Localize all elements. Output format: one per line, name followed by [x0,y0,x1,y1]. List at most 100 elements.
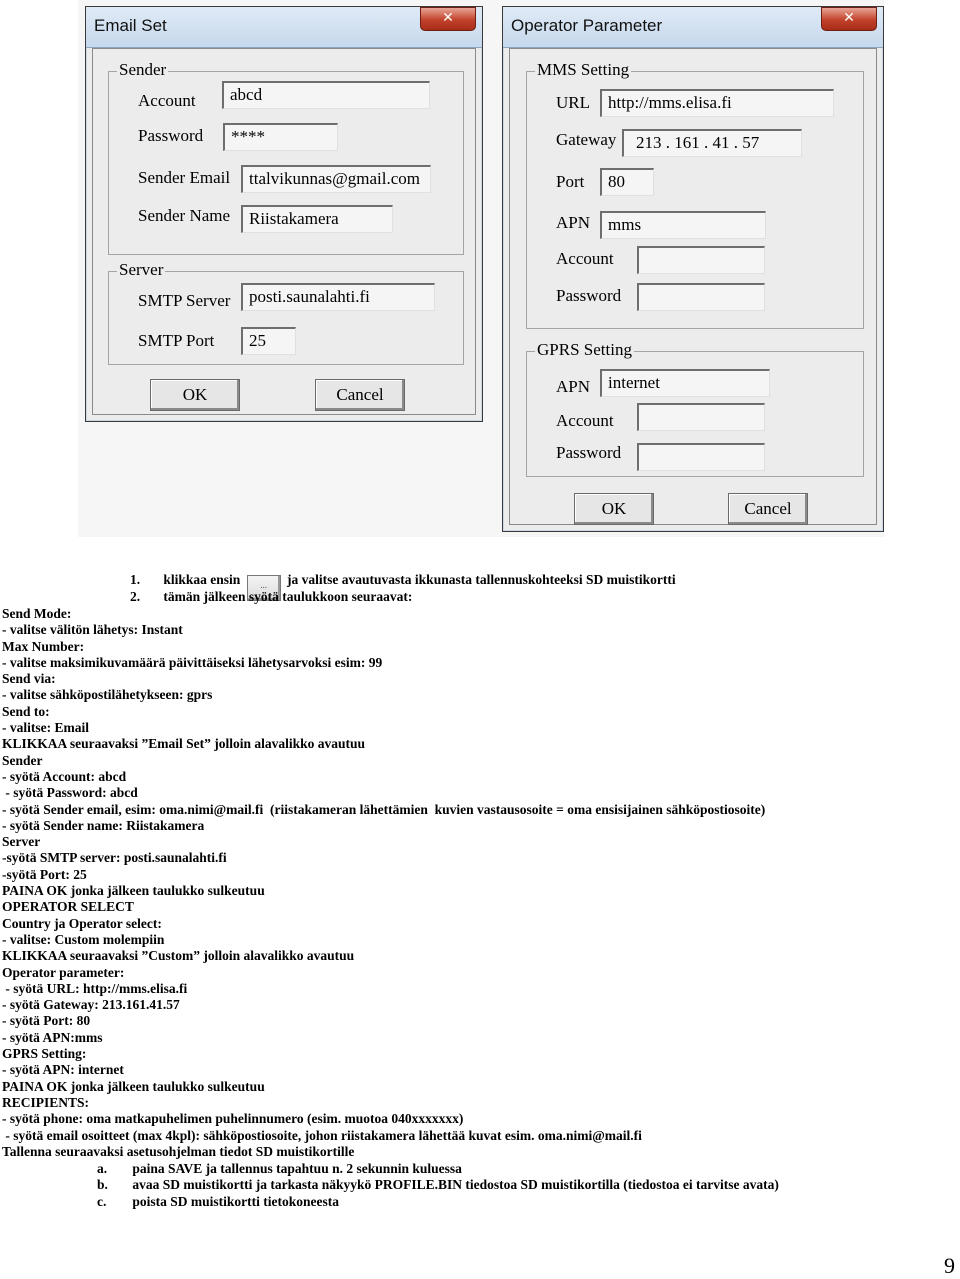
operator-parameter-dialog: Operator Parameter ✕ MMS Setting URL htt… [502,6,884,532]
text-line: - syötä URL: http://mms.elisa.fi [2,980,188,996]
instruction-text: Send Mode: - valitse välitön lähetys: In… [2,606,765,1160]
text-line: Server [2,834,41,850]
apn-input[interactable]: mms [600,211,766,239]
email-set-titlebar: Email Set ✕ [86,7,482,48]
text-line: - syötä Sender email, esim: oma.nimi@mai… [2,801,766,817]
text-line: PAINA OK jonka jälkeen taulukko sulkeutu… [2,883,265,899]
account-input[interactable]: abcd [222,81,430,109]
text-line: - syötä Sender name: Riistakamera [2,817,205,833]
text-line: Send to: [2,703,50,719]
text-line: Send Mode: [2,606,72,621]
apn-label: APN [556,213,591,232]
text-line: - syötä APN: internet [2,1062,124,1078]
sub-step-text: paina SAVE ja tallennus tapahtuu n. 2 se… [132,1161,462,1176]
text-line: RECIPIENTS: [2,1094,90,1110]
port-input[interactable]: 80 [600,168,654,196]
email-set-dialog: Email Set ✕ Sender Account abcd Password… [85,6,483,422]
text-line: -syötä SMTP server: posti.saunalahti.fi [2,850,227,866]
step-number: 1. [130,572,141,587]
gateway-label: Gateway [556,130,617,149]
smtp-port-label: SMTP Port [138,331,215,350]
text-line: Operator parameter: [2,964,125,980]
text-line: - syötä email osoitteet (max 4kpl): sähk… [2,1127,642,1143]
text-line: - valitse välitön lähetys: Instant [2,622,183,638]
server-group-legend: Server [117,260,166,280]
smtp-server-input[interactable]: posti.saunalahti.fi [241,283,435,311]
account-label: Account [138,91,196,110]
operator-parameter-titlebar: Operator Parameter ✕ [503,7,883,48]
text-line: - syötä phone: oma matkapuhelimen puheli… [2,1111,464,1127]
text-line: - syötä Port: 80 [2,1013,91,1029]
gprs-apn-input[interactable]: internet [600,369,770,397]
gprs-account-input[interactable] [637,403,765,431]
ok-button[interactable]: OK [150,379,240,411]
gateway-input[interactable]: 213 . 161 . 41 . 57 [622,129,802,157]
text-line: Country ja Operator select: [2,915,162,931]
cancel-button[interactable]: Cancel [315,379,405,411]
mms-account-input[interactable] [637,246,765,274]
password-input[interactable]: **** [223,123,338,151]
smtp-port-input[interactable]: 25 [241,327,296,355]
smtp-server-label: SMTP Server [138,291,231,310]
sender-email-label: Sender Email [138,168,231,187]
step-text: tämän jälkeen syötä taulukkoon seuraavat… [163,589,413,604]
gprs-apn-label: APN [556,377,591,396]
text-line: - valitse: Custom molempiin [2,931,165,947]
step-2: 2. tämän jälkeen syötä taulukkoon seuraa… [130,589,412,605]
text-line: GPRS Setting: [2,1046,87,1062]
text-line: OPERATOR SELECT [2,899,134,915]
text-line: Tallenna seuraavaksi asetusohjelman tied… [2,1143,355,1159]
text-line: - valitse maksimikuvamäärä päivittäiseks… [2,654,383,670]
text-line: PAINA OK jonka jälkeen taulukko sulkeutu… [2,1078,265,1094]
text-line: -syötä Port: 25 [2,866,87,882]
page-number: 9 [944,1253,955,1278]
sub-step-text: poista SD muistikortti tietokoneesta [132,1194,339,1209]
step-number: 2. [130,589,141,604]
step-text: ja valitse avautuvasta ikkunasta tallenn… [287,572,676,587]
gprs-setting-legend: GPRS Setting [535,340,634,360]
text-line: - syötä Gateway: 213.161.41.57 [2,997,180,1013]
step-text: klikkaa ensin [163,572,241,587]
text-line: - valitse sähköpostilähetykseen: gprs [2,687,213,703]
operator-parameter-title: Operator Parameter [511,16,663,35]
text-line: - syötä APN:mms [2,1029,103,1045]
sender-name-label: Sender Name [138,206,231,225]
mms-setting-legend: MMS Setting [535,60,632,80]
text-line: KLIKKAA seuraavaksi ”Email Set” jolloin … [2,736,366,752]
sub-step-b: b. avaa SD muistikortti ja tarkasta näky… [97,1177,779,1193]
text-line: - valitse: Email [2,720,89,736]
url-label: URL [556,93,590,112]
sub-step-text: avaa SD muistikortti ja tarkasta näkyykö… [132,1177,779,1192]
text-line: Send via: [2,671,56,687]
text-line: - syötä Account: abcd [2,768,127,784]
sender-email-input[interactable]: ttalvikunnas@gmail.com [241,165,431,193]
operator-parameter-body: MMS Setting URL http://mms.elisa.fi Gate… [509,48,877,525]
close-x-icon[interactable]: ✕ [420,7,476,31]
text-line: Max Number: [2,638,85,654]
gprs-password-label: Password [556,443,622,462]
password-label: Password [138,126,204,145]
cancel-button[interactable]: Cancel [728,493,808,525]
gprs-password-input[interactable] [637,443,765,471]
sub-step-letter: b. [97,1177,108,1192]
port-label: Port [556,172,585,191]
email-set-body: Sender Account abcd Password **** Sender… [92,48,476,415]
mms-password-input[interactable] [637,283,765,311]
text-line: - syötä Password: abcd [2,785,138,801]
url-input[interactable]: http://mms.elisa.fi [600,89,834,117]
ok-button[interactable]: OK [574,493,654,525]
sender-name-input[interactable]: Riistakamera [241,205,393,233]
text-line: Sender [2,752,43,768]
close-x-icon[interactable]: ✕ [821,7,877,31]
screenshot-area: Email Set ✕ Sender Account abcd Password… [78,0,884,537]
sub-step-letter: a. [97,1161,108,1176]
gprs-account-label: Account [556,411,614,430]
email-set-title: Email Set [94,16,167,35]
mms-password-label: Password [556,286,622,305]
mms-account-label: Account [556,249,614,268]
sub-step-letter: c. [97,1194,107,1209]
text-line: KLIKKAA seuraavaksi ”Custom” jolloin ala… [2,948,355,964]
sub-step-a: a. paina SAVE ja tallennus tapahtuu n. 2… [97,1161,462,1177]
sub-step-c: c. poista SD muistikortti tietokoneesta [97,1194,339,1210]
sender-group-legend: Sender [117,60,169,80]
